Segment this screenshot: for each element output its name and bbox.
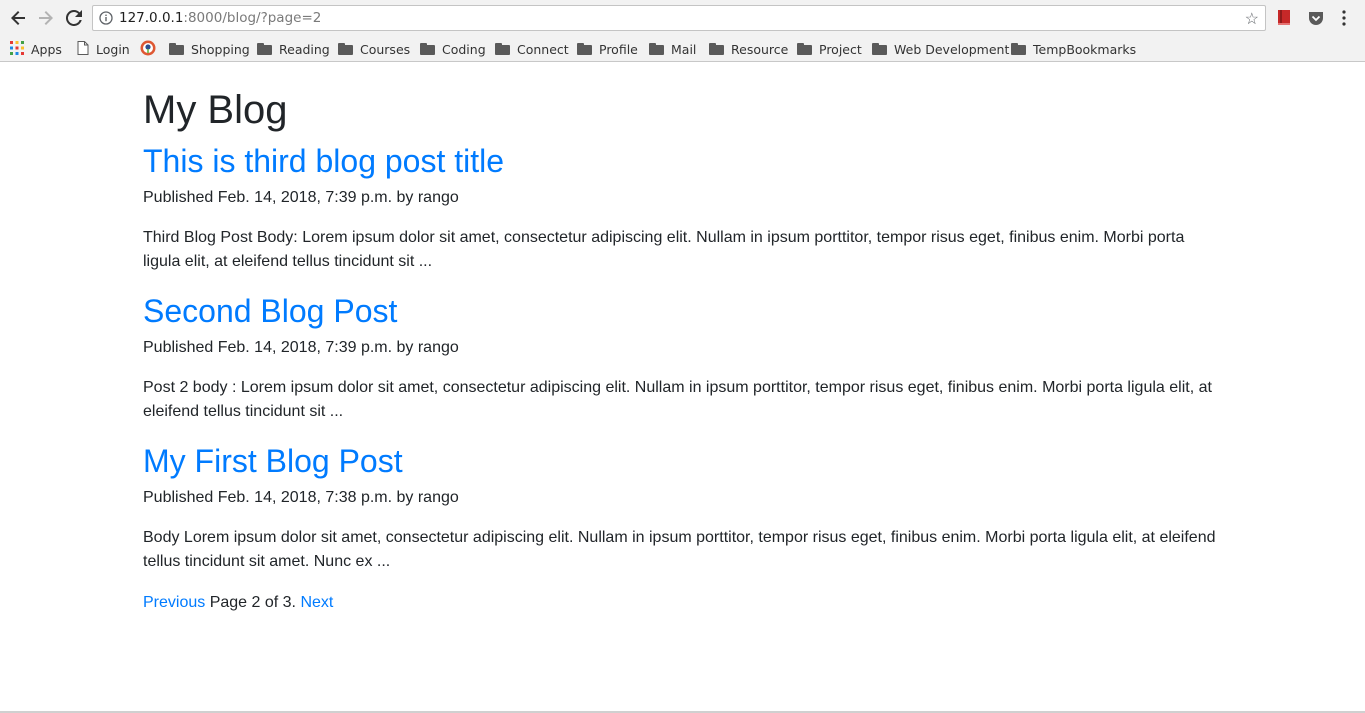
duckduckgo-icon xyxy=(140,40,156,59)
post-title-link[interactable]: My First Blog Post xyxy=(143,442,1223,480)
folder-icon xyxy=(169,43,184,55)
back-arrow-icon[interactable] xyxy=(7,7,29,29)
blog-post: My First Blog Post Published Feb. 14, 20… xyxy=(143,442,1223,574)
url-path: :8000/blog/?page=2 xyxy=(183,10,322,26)
url-host: 127.0.0.1 xyxy=(119,10,184,26)
bookmarks-bar: Apps Login Shopping Reading Courses Codi… xyxy=(0,36,1365,62)
page-icon xyxy=(77,40,89,58)
post-meta: Published Feb. 14, 2018, 7:38 p.m. by ra… xyxy=(143,489,459,506)
bookmark-folder-project[interactable]: Project xyxy=(797,40,862,58)
browser-toolbar: 127.0.0.1:8000/blog/?page=2 ☆ xyxy=(0,0,1365,36)
post-excerpt: Body Lorem ipsum dolor sit amet, consect… xyxy=(143,529,1216,570)
folder-icon xyxy=(577,43,592,55)
next-page-link[interactable]: Next xyxy=(300,594,333,611)
bookmark-label: Connect xyxy=(517,41,569,57)
bookmark-label: Mail xyxy=(671,41,697,57)
page-title: My Blog xyxy=(143,88,288,132)
bookmark-folder-mail[interactable]: Mail xyxy=(649,40,696,58)
bookmark-label: TempBookmarks xyxy=(1033,41,1137,57)
bookmark-label: Resource xyxy=(731,41,789,57)
bookmark-label: Project xyxy=(819,41,862,57)
bookmark-folder-coding[interactable]: Coding xyxy=(420,40,486,58)
bookmark-apps[interactable]: Apps xyxy=(10,40,62,58)
bookmark-folder-resource[interactable]: Resource xyxy=(709,40,788,58)
bookmark-folder-shopping[interactable]: Shopping xyxy=(169,40,250,58)
post-title-link[interactable]: Second Blog Post xyxy=(143,292,1223,330)
bookmark-label: Shopping xyxy=(191,41,250,57)
pagination: Previous Page 2 of 3. Next xyxy=(143,591,333,615)
previous-page-link[interactable]: Previous xyxy=(143,594,205,611)
bookmark-label: Coding xyxy=(442,41,486,57)
post-title-link[interactable]: This is third blog post title xyxy=(143,142,1223,180)
bookmark-label: Profile xyxy=(599,41,638,57)
bookmark-label: Login xyxy=(96,41,130,57)
bookmark-label: Web Development xyxy=(894,41,1010,57)
folder-icon xyxy=(420,43,435,55)
post-excerpt: Third Blog Post Body: Lorem ipsum dolor … xyxy=(143,229,1185,270)
folder-icon xyxy=(495,43,510,55)
bookmark-star-icon[interactable]: ☆ xyxy=(1245,9,1259,29)
post-excerpt: Post 2 body : Lorem ipsum dolor sit amet… xyxy=(143,379,1212,420)
bookmark-folder-tempbookmarks[interactable]: TempBookmarks xyxy=(1011,40,1136,58)
apps-grid-icon xyxy=(10,40,24,58)
red-book-extension-icon[interactable] xyxy=(1276,9,1294,27)
bookmark-duckduckgo[interactable] xyxy=(140,40,163,58)
bookmark-folder-courses[interactable]: Courses xyxy=(338,40,410,58)
chrome-menu-icon[interactable] xyxy=(1341,9,1359,27)
bookmark-login[interactable]: Login xyxy=(77,40,130,58)
bookmark-folder-web-development[interactable]: Web Development xyxy=(872,40,1009,58)
bookmark-folder-connect[interactable]: Connect xyxy=(495,40,569,58)
forward-arrow-icon[interactable] xyxy=(35,7,57,29)
folder-icon xyxy=(709,43,724,55)
bookmark-label: Reading xyxy=(279,41,330,57)
bookmark-label: Courses xyxy=(360,41,411,57)
folder-icon xyxy=(257,43,272,55)
address-bar[interactable]: 127.0.0.1:8000/blog/?page=2 ☆ xyxy=(92,5,1266,31)
folder-icon xyxy=(338,43,353,55)
page-status: Page 2 of 3. xyxy=(205,594,301,611)
bookmark-folder-reading[interactable]: Reading xyxy=(257,40,330,58)
post-meta: Published Feb. 14, 2018, 7:39 p.m. by ra… xyxy=(143,339,459,356)
folder-icon xyxy=(649,43,664,55)
pocket-extension-icon[interactable] xyxy=(1307,9,1325,27)
blog-post: This is third blog post title Published … xyxy=(143,142,1223,274)
post-meta: Published Feb. 14, 2018, 7:39 p.m. by ra… xyxy=(143,189,459,206)
folder-icon xyxy=(872,43,887,55)
reload-icon[interactable] xyxy=(63,7,85,29)
folder-icon xyxy=(797,43,812,55)
info-icon[interactable] xyxy=(99,11,113,25)
url-text: 127.0.0.1:8000/blog/?page=2 xyxy=(119,10,321,26)
bookmark-label: Apps xyxy=(31,41,62,57)
blog-post: Second Blog Post Published Feb. 14, 2018… xyxy=(143,292,1223,424)
folder-icon xyxy=(1011,43,1026,55)
bookmark-folder-profile[interactable]: Profile xyxy=(577,40,638,58)
